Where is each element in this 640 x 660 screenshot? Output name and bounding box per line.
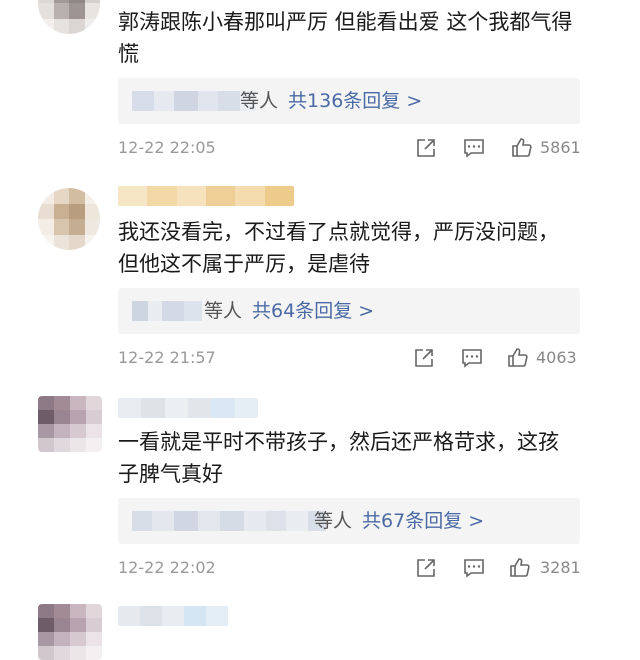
like-count: 5861 — [540, 138, 581, 157]
timestamp: 12-22 22:02 — [118, 558, 216, 577]
timestamp: 12-22 21:57 — [118, 348, 216, 367]
like-icon[interactable] — [510, 136, 534, 160]
reply-who: 等人 — [204, 300, 243, 322]
like-icon[interactable] — [506, 346, 530, 370]
reply-summary-box[interactable]: 等人 共67条回复 > — [118, 498, 580, 544]
avatar[interactable] — [38, 188, 100, 250]
blurred-username — [118, 186, 294, 206]
blurred-username — [118, 606, 228, 626]
reply-link[interactable]: 等人 共67条回复 > — [314, 507, 484, 535]
reply-count: 共136条回复 > — [288, 90, 423, 112]
comment-text-line-2: 但他这不属于严厉，是虐待 — [118, 252, 370, 276]
comment-text: 我还没看完，不过看了点就觉得，严厉没问题， 但他这不属于严厉，是虐待 — [118, 216, 598, 280]
comment-icon[interactable] — [460, 346, 484, 370]
share-icon[interactable] — [414, 136, 438, 160]
blurred-replier-names — [132, 91, 256, 111]
comment-icon[interactable] — [462, 136, 486, 160]
comment-text: 郭涛跟陈小春那叫严厉 但能看出爱 这个我都气得 慌 — [118, 6, 598, 70]
comment-text-line-1: 一看就是平时不带孩子，然后还严格苛求，这孩 — [118, 430, 559, 454]
comment-text-line-2: 慌 — [118, 42, 139, 66]
blurred-replier-names — [132, 511, 326, 531]
like-icon[interactable] — [508, 556, 532, 580]
like-count: 3281 — [540, 558, 581, 577]
comment-text: 一看就是平时不带孩子，然后还严格苛求，这孩 子脾气真好 — [118, 426, 598, 490]
comment-meta: 12-22 21:57 4063 — [118, 346, 580, 374]
avatar[interactable] — [38, 396, 102, 452]
reply-count: 共64条回复 > — [252, 300, 375, 322]
avatar[interactable] — [38, 604, 102, 660]
comment-icon[interactable] — [462, 556, 486, 580]
reply-link[interactable]: 等人 共136条回复 > — [240, 87, 422, 115]
comment-meta: 12-22 22:02 3281 — [118, 556, 581, 584]
comment-text-line-2: 子脾气真好 — [118, 462, 223, 486]
reply-count: 共67条回复 > — [362, 510, 485, 532]
comment-meta: 12-22 22:05 5861 — [118, 136, 581, 164]
timestamp: 12-22 22:05 — [118, 138, 216, 157]
share-icon[interactable] — [412, 346, 436, 370]
reply-who: 等人 — [240, 90, 279, 112]
comment-text-line-1: 郭涛跟陈小春那叫严厉 但能看出爱 这个我都气得 — [118, 10, 573, 34]
blurred-replier-names — [132, 301, 202, 321]
comment-text-line-1: 我还没看完，不过看了点就觉得，严厉没问题， — [118, 220, 559, 244]
reply-who: 等人 — [314, 510, 353, 532]
blurred-username — [118, 398, 258, 418]
reply-summary-box[interactable]: 等人 共136条回复 > — [118, 78, 580, 124]
reply-link[interactable]: 等人 共64条回复 > — [204, 297, 374, 325]
like-count: 4063 — [536, 348, 577, 367]
share-icon[interactable] — [414, 556, 438, 580]
reply-summary-box[interactable]: 等人 共64条回复 > — [118, 288, 580, 334]
avatar[interactable] — [38, 0, 100, 34]
